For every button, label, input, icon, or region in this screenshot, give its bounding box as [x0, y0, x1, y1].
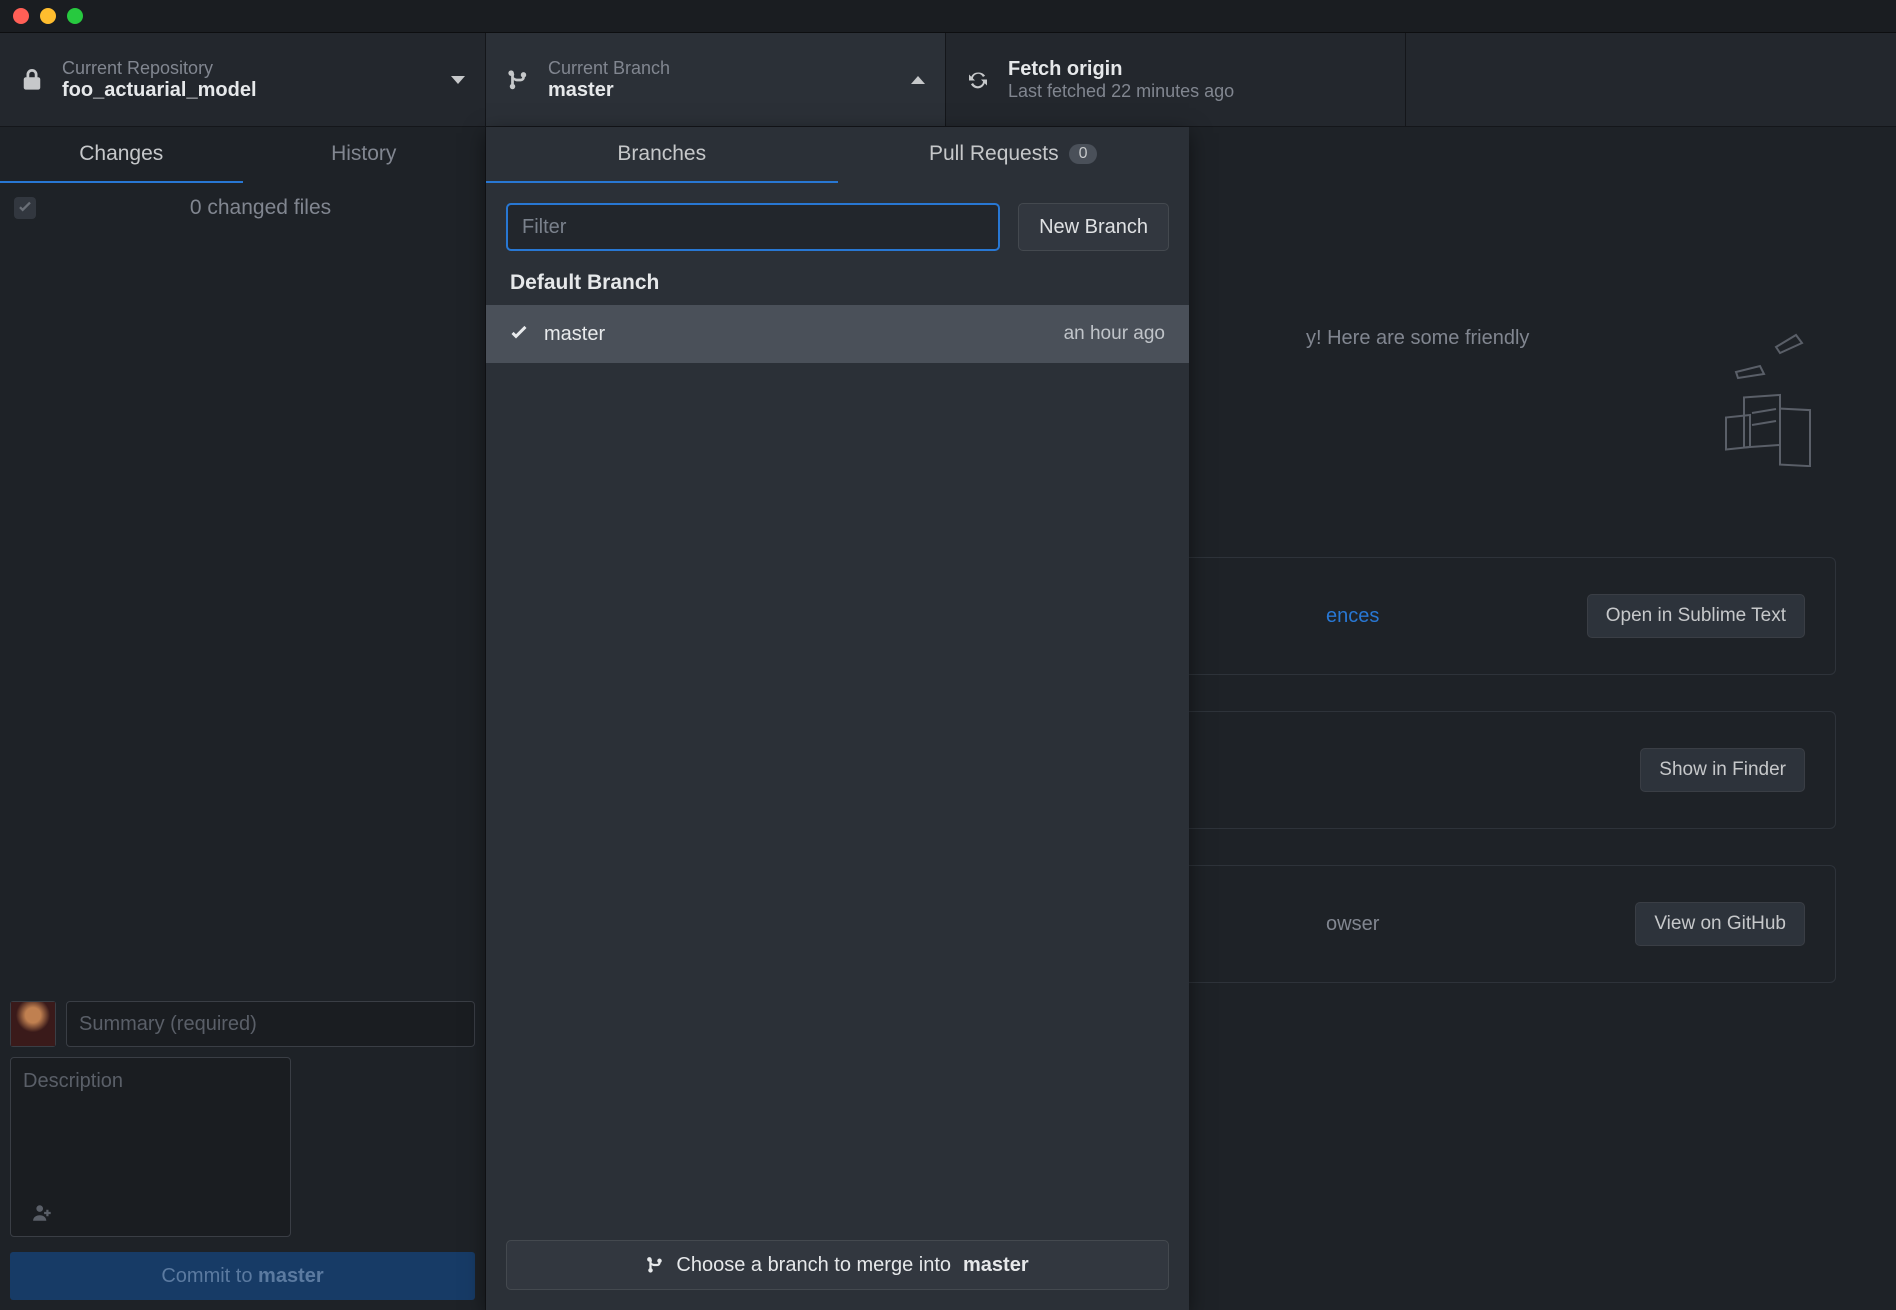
chevron-up-icon [911, 76, 925, 84]
branch-item-master[interactable]: master an hour ago [486, 305, 1189, 363]
commit-button[interactable]: Commit to master [10, 1252, 475, 1300]
commit-button-prefix: Commit to [161, 1265, 258, 1287]
sidebar-tabs: Changes History [0, 127, 485, 183]
open-in-editor-button[interactable]: Open in Sublime Text [1587, 594, 1805, 638]
branch-filter-row: New Branch [486, 183, 1189, 271]
git-branch-icon [506, 68, 530, 92]
fetch-text: Fetch origin Last fetched 22 minutes ago [1008, 58, 1234, 102]
branch-item-time: an hour ago [1064, 323, 1165, 345]
commit-form: Commit to master [0, 991, 485, 1310]
app-toolbar: Current Repository foo_actuarial_model C… [0, 33, 1896, 127]
repository-text: Current Repository foo_actuarial_model [62, 58, 257, 102]
no-changes-hint: y! Here are some friendly [1306, 327, 1529, 350]
add-coauthor-icon[interactable] [32, 1204, 54, 1222]
tab-pull-requests-label: Pull Requests [929, 142, 1059, 166]
repository-label: Current Repository [62, 58, 257, 79]
branch-filter-input[interactable] [506, 203, 1000, 251]
pr-count-badge: 0 [1069, 144, 1098, 164]
new-branch-button[interactable]: New Branch [1018, 203, 1169, 251]
merge-button-branch: master [963, 1254, 1029, 1277]
check-icon [510, 325, 528, 343]
branch-dropdown-tabs: Branches Pull Requests 0 [486, 127, 1189, 183]
git-merge-icon [646, 1254, 664, 1276]
lock-icon [20, 68, 44, 92]
fetch-button[interactable]: Fetch origin Last fetched 22 minutes ago [946, 33, 1406, 126]
tab-changes[interactable]: Changes [0, 127, 243, 183]
commit-button-branch: master [258, 1265, 324, 1287]
view-on-github-button[interactable]: View on GitHub [1635, 902, 1805, 946]
merge-button-prefix: Choose a branch to merge into [676, 1254, 951, 1277]
branch-label: Current Branch [548, 58, 670, 79]
merge-branch-button[interactable]: Choose a branch to merge into master [506, 1240, 1169, 1290]
default-branch-heading: Default Branch [486, 271, 1189, 305]
changed-files-count: 0 changed files [50, 196, 471, 220]
tab-pull-requests[interactable]: Pull Requests 0 [838, 127, 1190, 183]
changed-files-row: 0 changed files [0, 183, 485, 233]
commit-summary-input[interactable] [66, 1001, 475, 1047]
branch-text: Current Branch master [548, 58, 670, 102]
branch-item-name: master [544, 323, 605, 346]
repository-selector[interactable]: Current Repository foo_actuarial_model [0, 33, 486, 126]
fetch-label: Fetch origin [1008, 58, 1234, 81]
branch-dropdown-footer: Choose a branch to merge into master [486, 1220, 1189, 1310]
card-github-text: owser [1326, 913, 1379, 936]
select-all-checkbox[interactable] [14, 197, 36, 219]
window-titlebar [0, 0, 1896, 33]
chevron-down-icon [451, 76, 465, 84]
tab-history[interactable]: History [243, 127, 486, 183]
tab-branches[interactable]: Branches [486, 127, 838, 183]
sidebar: Changes History 0 changed files Commit t… [0, 127, 486, 1310]
main-area: Changes History 0 changed files Commit t… [0, 127, 1896, 1310]
close-window-button[interactable] [13, 8, 29, 24]
preferences-link[interactable]: ences [1326, 605, 1379, 628]
minimize-window-button[interactable] [40, 8, 56, 24]
maximize-window-button[interactable] [67, 8, 83, 24]
branch-name: master [548, 79, 670, 102]
show-in-finder-button[interactable]: Show in Finder [1640, 748, 1805, 792]
repository-name: foo_actuarial_model [62, 79, 257, 102]
window-controls [13, 8, 83, 24]
branch-dropdown: Branches Pull Requests 0 New Branch Defa… [486, 127, 1189, 1310]
branch-selector[interactable]: Current Branch master [486, 33, 946, 126]
avatar [10, 1001, 56, 1047]
sync-icon [966, 68, 990, 92]
fetch-sub: Last fetched 22 minutes ago [1008, 81, 1234, 102]
illustration [1636, 317, 1816, 467]
